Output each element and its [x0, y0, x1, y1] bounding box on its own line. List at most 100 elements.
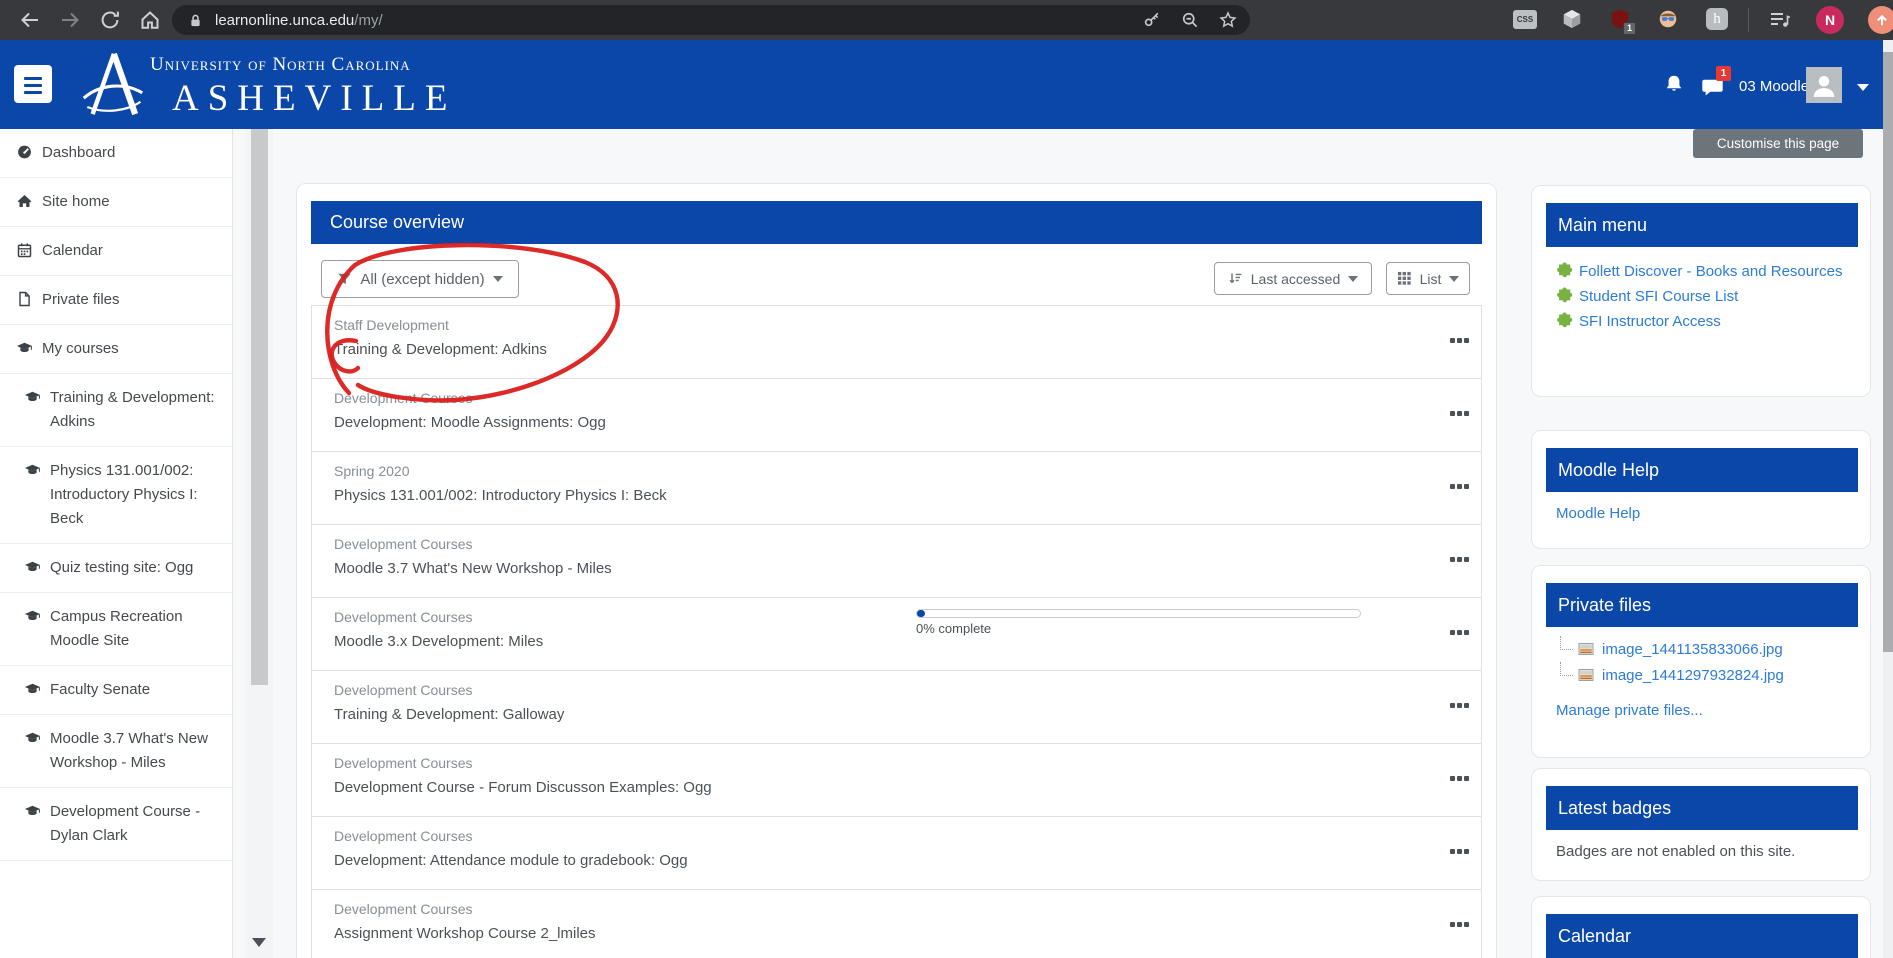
moodle-help-link[interactable]: Moodle Help — [1556, 505, 1640, 522]
sort-dropdown[interactable]: Last accessed — [1214, 262, 1372, 295]
view-mode-dropdown[interactable]: List — [1386, 262, 1470, 295]
url-text[interactable]: learnonline.unca.edu/my/ — [215, 12, 383, 29]
graduation-cap-icon — [24, 730, 41, 746]
manage-private-files-link[interactable]: Manage private files... — [1556, 702, 1703, 719]
course-name[interactable]: Development Course - Forum Discusson Exa… — [334, 779, 712, 796]
course-name[interactable]: Physics 131.001/002: Introductory Physic… — [334, 487, 667, 504]
media-controls-icon[interactable] — [1768, 8, 1792, 32]
image-file-icon — [1578, 667, 1594, 683]
course-overview-title: Course overview — [311, 201, 1482, 244]
graduation-cap-icon — [24, 681, 41, 697]
sidebar-item-private-files[interactable]: Private files — [0, 276, 232, 325]
sidebar-item-site-home[interactable]: Site home — [0, 178, 232, 227]
main-menu-link-follett[interactable]: Follett Discover - Books and Resources — [1556, 260, 1848, 283]
customise-page-button[interactable]: Customise this page — [1693, 129, 1863, 158]
private-file-link[interactable]: image_1441297932824.jpg — [1602, 667, 1784, 684]
course-actions-menu-icon[interactable] — [1450, 411, 1455, 416]
browser-forward-icon[interactable] — [58, 8, 82, 32]
sidebar-course-development-dylan-clark[interactable]: Development Course - Dylan Clark — [0, 788, 232, 861]
course-name[interactable]: Development: Attendance module to gradeb… — [334, 852, 688, 869]
course-name[interactable]: Development: Moodle Assignments: Ogg — [334, 414, 606, 431]
course-row[interactable]: Development Courses Training & Developme… — [312, 671, 1481, 744]
course-actions-menu-icon[interactable] — [1450, 338, 1455, 343]
cube-extension-icon[interactable] — [1561, 8, 1585, 32]
user-name[interactable]: 03 Moodle — [1739, 78, 1809, 95]
face-glasses-extension-icon[interactable] — [1657, 8, 1681, 32]
course-actions-menu-icon[interactable] — [1450, 849, 1455, 854]
private-files-block: Private files image_1441135833066.jpg im… — [1531, 565, 1871, 758]
main-menu-link-sfi-instructor[interactable]: SFI Instructor Access — [1556, 310, 1848, 333]
course-actions-menu-icon[interactable] — [1450, 922, 1455, 927]
course-row[interactable]: Development Courses Assignment Workshop … — [312, 890, 1481, 958]
chevron-down-icon — [1348, 276, 1358, 282]
sidebar-course-training-development-adkins[interactable]: Training & Development: Adkins — [0, 374, 232, 447]
course-name[interactable]: Training & Development: Galloway — [334, 706, 564, 723]
sidebar-course-faculty-senate[interactable]: Faculty Senate — [0, 666, 232, 715]
course-filter-dropdown[interactable]: All (except hidden) — [321, 260, 519, 298]
drawer-scrollbar-thumb[interactable] — [251, 129, 268, 685]
bookmark-star-icon[interactable] — [1218, 10, 1238, 30]
user-avatar[interactable] — [1806, 67, 1842, 103]
ublock-extension-icon[interactable]: 1 — [1609, 8, 1633, 32]
css-extension-icon[interactable]: CSS — [1513, 8, 1537, 32]
browser-home-icon[interactable] — [138, 8, 162, 32]
sidebar-course-quiz-testing-site[interactable]: Quiz testing site: Ogg — [0, 544, 232, 593]
browser-toolbar: learnonline.unca.edu/my/ CSS 1 h N — [0, 0, 1893, 40]
screen: learnonline.unca.edu/my/ CSS 1 h N — [0, 0, 1893, 958]
course-actions-menu-icon[interactable] — [1450, 630, 1455, 635]
https-lock-icon — [188, 13, 203, 28]
course-row[interactable]: Development Courses Moodle 3.x Developme… — [312, 598, 1481, 671]
course-name[interactable]: Moodle 3.7 What's New Workshop - Miles — [334, 560, 612, 577]
zoom-out-icon[interactable] — [1180, 10, 1200, 30]
h-extension-icon[interactable]: h — [1706, 8, 1730, 32]
private-file-row[interactable]: image_1441135833066.jpg — [1556, 636, 1848, 662]
private-file-link[interactable]: image_1441135833066.jpg — [1602, 641, 1783, 658]
ublock-badge: 1 — [1623, 22, 1636, 35]
corner-extension-icon[interactable] — [1868, 6, 1893, 34]
course-actions-menu-icon[interactable] — [1450, 776, 1455, 781]
calendar-block-title: Calendar — [1546, 914, 1858, 958]
course-row[interactable]: Spring 2020 Physics 131.001/002: Introdu… — [312, 452, 1481, 525]
course-row[interactable]: Development Courses Development: Attenda… — [312, 817, 1481, 890]
main-menu-link-student-sfi[interactable]: Student SFI Course List — [1556, 285, 1848, 308]
course-name[interactable]: Assignment Workshop Course 2_lmiles — [334, 925, 596, 942]
address-bar[interactable]: learnonline.unca.edu/my/ — [172, 5, 1250, 35]
sidebar-item-dashboard[interactable]: Dashboard — [0, 129, 232, 178]
drawer-scrollbar-down-arrow-icon[interactable] — [252, 938, 266, 947]
course-category: Development Courses — [334, 828, 473, 844]
password-key-icon[interactable] — [1142, 10, 1162, 30]
browser-back-icon[interactable] — [18, 8, 42, 32]
brand-text[interactable]: University of North Carolina ASHEVILLE — [150, 54, 456, 120]
browser-profile-avatar[interactable]: N — [1816, 6, 1844, 34]
hamburger-menu-button[interactable] — [14, 65, 52, 103]
sidebar-course-moodle-37-workshop[interactable]: Moodle 3.7 What's New Workshop - Miles — [0, 715, 232, 788]
course-row[interactable]: Development Courses Development: Moodle … — [312, 379, 1481, 452]
course-name[interactable]: Moodle 3.x Development: Miles — [334, 633, 543, 650]
toolbar-separator — [1748, 8, 1749, 32]
user-menu-caret-icon[interactable] — [1857, 84, 1869, 91]
browser-reload-icon[interactable] — [98, 8, 122, 32]
page-scrollbar-thumb[interactable] — [1883, 52, 1893, 652]
course-row[interactable]: Staff Development Training & Development… — [312, 306, 1481, 379]
sidebar-course-campus-recreation[interactable]: Campus Recreation Moodle Site — [0, 593, 232, 666]
notifications-bell-icon[interactable] — [1662, 73, 1686, 97]
chevron-down-icon — [1449, 276, 1459, 282]
sidebar-item-calendar[interactable]: Calendar — [0, 227, 232, 276]
unca-logo-mark[interactable] — [82, 46, 144, 122]
course-row[interactable]: Development Courses Development Course -… — [312, 744, 1481, 817]
private-file-row[interactable]: image_1441297932824.jpg — [1556, 662, 1848, 688]
sidebar-item-my-courses[interactable]: My courses — [0, 325, 232, 374]
course-actions-menu-icon[interactable] — [1450, 484, 1455, 489]
course-name[interactable]: Training & Development: Adkins — [334, 341, 547, 358]
home-icon — [16, 193, 33, 209]
tree-elbow — [1560, 662, 1573, 676]
moodle-help-block: Moodle Help Moodle Help — [1531, 430, 1871, 549]
course-row[interactable]: Development Courses Moodle 3.7 What's Ne… — [312, 525, 1481, 598]
main-menu-title: Main menu — [1546, 203, 1858, 247]
course-actions-menu-icon[interactable] — [1450, 703, 1455, 708]
sidebar-course-physics-131[interactable]: Physics 131.001/002: Introductory Physic… — [0, 447, 232, 544]
puzzle-piece-icon — [1556, 312, 1573, 329]
course-progress-bar — [916, 609, 1361, 618]
course-actions-menu-icon[interactable] — [1450, 557, 1455, 562]
brand-line-2: ASHEVILLE — [172, 77, 456, 120]
